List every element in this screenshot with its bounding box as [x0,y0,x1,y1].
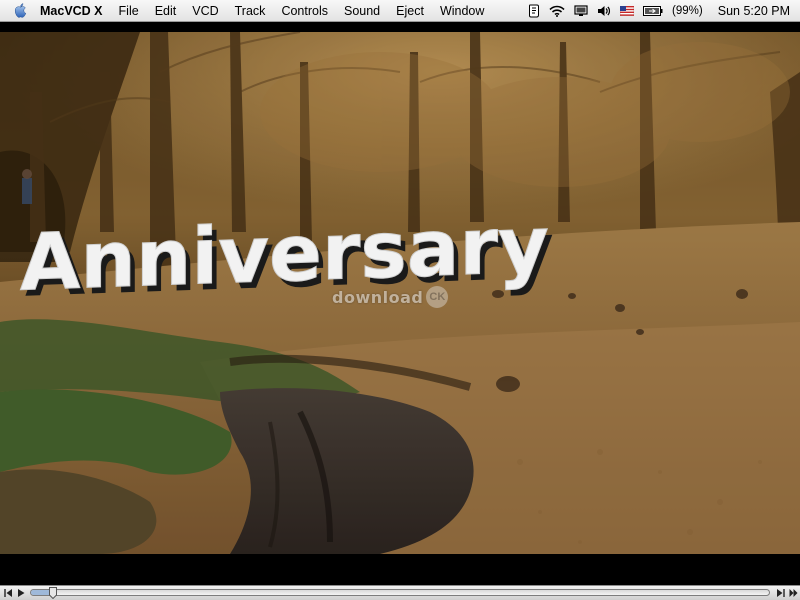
fast-forward-icon [789,589,797,597]
menu-vcd[interactable]: VCD [184,0,226,22]
menu-track[interactable]: Track [227,0,274,22]
playback-controller [0,585,800,600]
download-watermark: download CK [332,286,449,308]
playhead-icon [49,587,58,600]
menu-extras: (99%) Sun 5:20 PM [528,0,800,22]
menu-clock[interactable]: Sun 5:20 PM [718,4,790,18]
display-icon[interactable] [574,0,588,22]
battery-icon[interactable] [643,0,663,22]
menu-eject[interactable]: Eject [388,0,432,22]
apple-menu[interactable] [6,3,34,18]
progress-track[interactable] [30,586,770,600]
video-frame[interactable]: Anniversary Anniversary download CK [0,32,800,554]
step-back-icon [3,589,12,597]
us-flag-input-icon[interactable] [620,0,635,22]
menu-window[interactable]: Window [432,0,492,22]
menu-file[interactable]: File [111,0,147,22]
watermark-text: download [332,287,424,307]
menu-bar: MacVCD X File Edit VCD Track Controls So… [0,0,800,22]
play-button[interactable] [15,587,27,599]
script-menu-icon[interactable] [528,0,540,22]
menu-controls[interactable]: Controls [273,0,336,22]
play-icon [18,589,25,597]
battery-percentage: (99%) [672,4,703,17]
watermark-badge: CK [426,286,449,308]
volume-icon[interactable] [597,0,611,22]
menu-items: MacVCD X File Edit VCD Track Controls So… [34,0,492,22]
progress-thumb[interactable] [49,586,58,600]
loop-button[interactable] [787,587,799,599]
step-back-button[interactable] [2,587,14,599]
step-forward-button[interactable] [774,587,786,599]
apple-logo-icon [14,3,26,18]
wifi-icon[interactable] [549,0,565,22]
caption-text: Anniversary [20,202,549,309]
step-forward-icon [776,589,785,597]
menu-sound[interactable]: Sound [336,0,388,22]
screen: MacVCD X File Edit VCD Track Controls So… [0,0,800,600]
menu-edit[interactable]: Edit [147,0,185,22]
app-menu[interactable]: MacVCD X [34,0,111,22]
